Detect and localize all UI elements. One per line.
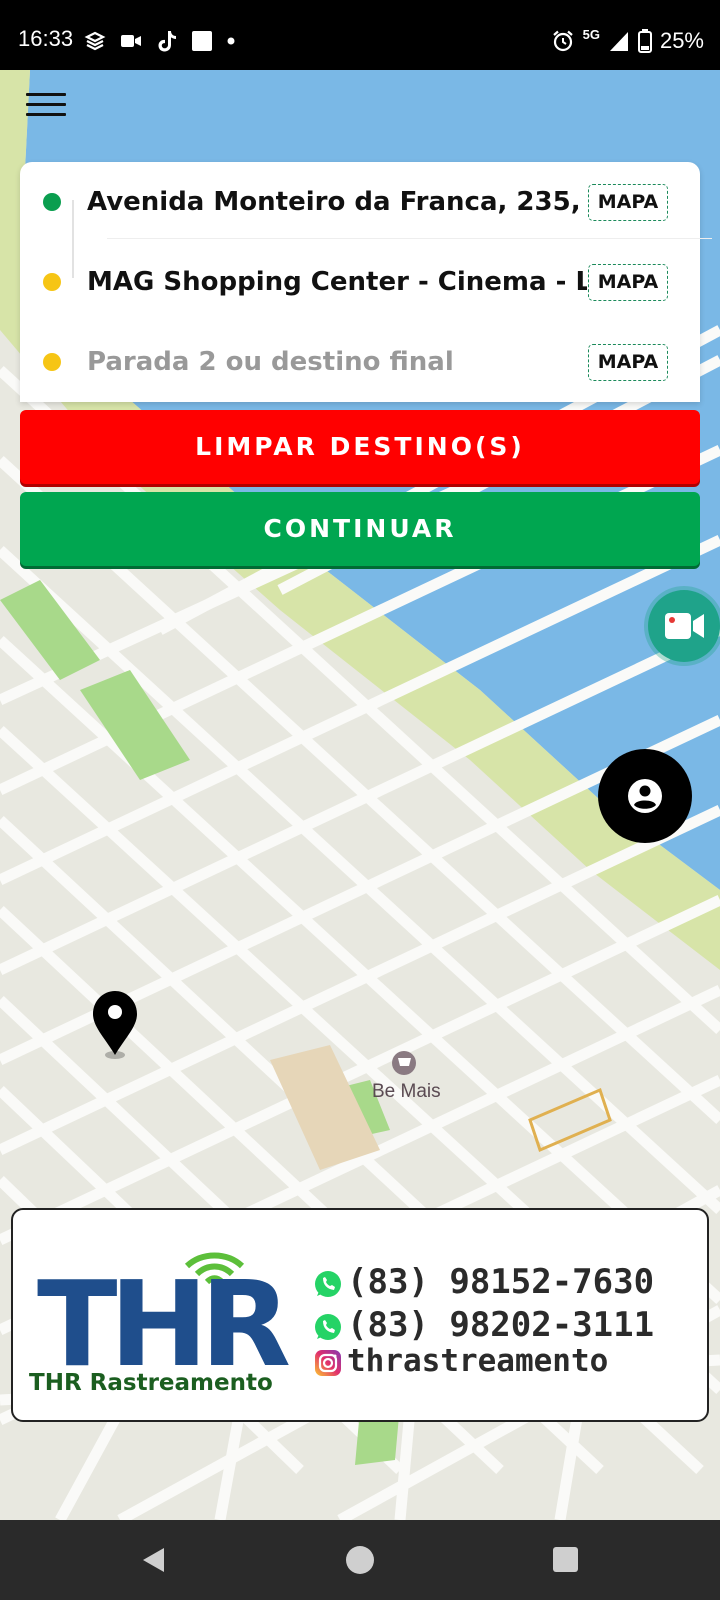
video-camera-icon — [665, 613, 704, 639]
instagram-line[interactable]: thrastreamento — [313, 1343, 608, 1379]
route-stop-1[interactable]: MAG Shopping Center - Cinema - Lo MAPA — [20, 242, 700, 322]
network-label: 5G — [582, 26, 600, 42]
clear-destinations-button[interactable]: LIMPAR DESTINO(S) — [20, 410, 700, 484]
advertisement-banner[interactable]: THR THR Rastreamento (83) 98152-7630 (83… — [11, 1208, 709, 1422]
continue-button[interactable]: CONTINUAR — [20, 492, 700, 566]
layers-app-icon — [84, 31, 106, 51]
poi-label: Be Mais — [372, 1081, 441, 1102]
origin-dot-icon — [43, 193, 61, 211]
thr-subtitle: THR Rastreamento — [29, 1370, 273, 1396]
stop-1-map-button[interactable]: MAPA — [588, 264, 668, 301]
destination-dot-icon — [43, 353, 61, 371]
phone-1-text: (83) 98152-7630 — [347, 1262, 655, 1302]
tiktok-icon — [158, 31, 176, 52]
route-stop-origin[interactable]: Avenida Monteiro da Franca, 235, M MAPA — [20, 162, 700, 242]
user-profile-button[interactable] — [598, 749, 692, 843]
dot-icon — [227, 37, 235, 45]
stop-2-map-button[interactable]: MAPA — [588, 344, 668, 381]
thr-logo: THR — [37, 1252, 297, 1380]
battery-icon — [637, 29, 652, 53]
home-icon[interactable] — [346, 1546, 374, 1574]
stop-2-placeholder[interactable]: Parada 2 ou destino final — [87, 342, 587, 382]
origin-text[interactable]: Avenida Monteiro da Franca, 235, M — [87, 182, 587, 222]
square-icon — [192, 31, 212, 51]
recent-apps-icon[interactable] — [553, 1547, 578, 1572]
whatsapp-icon — [315, 1313, 341, 1340]
video-call-button[interactable] — [648, 590, 720, 662]
phone-line-2[interactable]: (83) 98202-3111 — [313, 1305, 654, 1345]
svg-text:THR: THR — [37, 1255, 289, 1380]
back-icon[interactable] — [140, 1546, 166, 1574]
account-circle-icon — [628, 779, 662, 813]
alarm-icon — [552, 30, 573, 52]
route-card: Avenida Monteiro da Franca, 235, M MAPA … — [20, 162, 712, 402]
route-stop-2[interactable]: Parada 2 ou destino final MAPA — [20, 322, 700, 402]
whatsapp-icon — [315, 1270, 341, 1297]
phone-2-text: (83) 98202-3111 — [347, 1305, 655, 1345]
status-bar: 16:33 5G 25% — [0, 0, 720, 70]
stop-dot-icon — [43, 273, 61, 291]
menu-hamburger-icon[interactable] — [26, 93, 66, 119]
system-navigation-bar — [0, 1520, 720, 1600]
video-camera-icon — [121, 35, 141, 47]
instagram-icon — [315, 1349, 341, 1376]
phone-line-1[interactable]: (83) 98152-7630 — [313, 1262, 654, 1302]
instagram-handle: thrastreamento — [347, 1343, 609, 1379]
signal-icon — [609, 32, 628, 51]
system-icons: 5G 25% — [551, 26, 704, 56]
status-time: 16:33 — [18, 26, 74, 51]
notification-icons — [84, 26, 236, 56]
stop-1-text[interactable]: MAG Shopping Center - Cinema - Lo — [87, 262, 587, 302]
origin-map-button[interactable]: MAPA — [588, 184, 668, 221]
battery-percent: 25% — [659, 28, 704, 53]
